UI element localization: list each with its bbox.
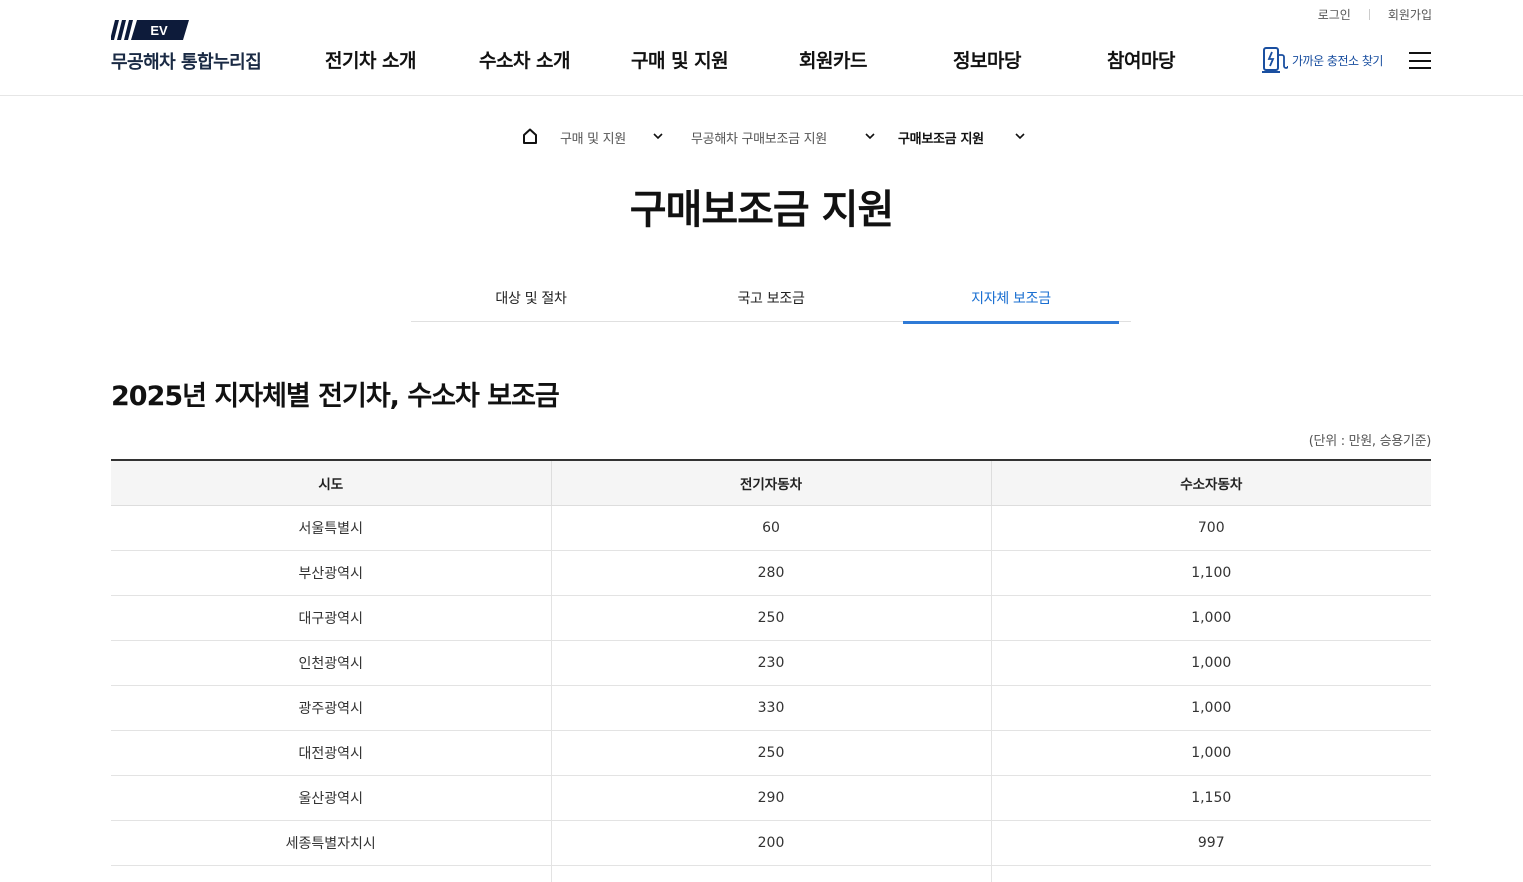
cell-region: 서울특별시	[111, 505, 552, 551]
tab-target-procedure[interactable]: 대상 및 절차	[423, 280, 639, 322]
home-icon[interactable]	[521, 127, 539, 145]
tab-national-subsidy[interactable]: 국고 보조금	[663, 280, 879, 322]
cell-hydrogen: 1,000	[991, 730, 1431, 776]
charging-station-icon	[1262, 47, 1288, 73]
nav-hydrogen-intro[interactable]: 수소차 소개	[479, 46, 571, 73]
table-row: 대구광역시 250 1,000	[111, 595, 1431, 641]
logo-mark-text: EV	[150, 23, 168, 38]
cell-ev: 230	[551, 640, 992, 686]
cell-hydrogen: 1,000	[991, 595, 1431, 641]
breadcrumb: 구매 및 지원 무공해차 구매보조금 지원 구매보조금 지원	[0, 126, 1523, 148]
divider	[1368, 9, 1370, 20]
cell-hydrogen: 1,000	[991, 685, 1431, 731]
section-title: 2025년 지자체별 전기차, 수소차 보조금	[111, 381, 560, 412]
column-header-hydrogen: 수소자동차	[991, 460, 1431, 506]
cell-region: 대구광역시	[111, 595, 552, 641]
cell-region: 울산광역시	[111, 775, 552, 821]
cell-ev: 290	[551, 775, 992, 821]
breadcrumb-item-subsidy[interactable]: 무공해차 구매보조금 지원	[691, 128, 827, 147]
subsidy-table: 시도 전기자동차 수소자동차 서울특별시 60 700 부산광역시 280 1,…	[111, 459, 1431, 882]
cell-ev: 280	[551, 550, 992, 596]
table-row: 광주광역시 330 1,000	[111, 685, 1431, 731]
unit-note: (단위 : 만원, 승용기준)	[1308, 434, 1432, 449]
nav-ev-intro[interactable]: 전기차 소개	[325, 46, 417, 73]
find-charger-label: 가까운 충전소 찾기	[1292, 53, 1383, 68]
chevron-down-icon[interactable]	[651, 129, 665, 143]
table-row	[111, 865, 1431, 882]
cell-ev: 60	[551, 505, 992, 551]
cell-region: 광주광역시	[111, 685, 552, 731]
cell-hydrogen: 1,100	[991, 550, 1431, 596]
chevron-down-icon[interactable]	[1013, 129, 1027, 143]
breadcrumb-item-purchase[interactable]: 구매 및 지원	[560, 128, 626, 147]
cell-hydrogen: 700	[991, 505, 1431, 551]
breadcrumb-item-current[interactable]: 구매보조금 지원	[898, 128, 984, 147]
table-row: 세종특별자치시 200 997	[111, 820, 1431, 866]
table-header-row: 시도 전기자동차 수소자동차	[111, 460, 1431, 506]
nav-purchase-support[interactable]: 구매 및 지원	[631, 46, 729, 73]
menu-icon[interactable]	[1409, 52, 1431, 69]
nav-member-card[interactable]: 회원카드	[799, 46, 867, 73]
signup-link[interactable]: 회원가입	[1388, 6, 1432, 23]
login-link[interactable]: 로그인	[1318, 6, 1351, 23]
column-header-ev: 전기자동차	[551, 460, 992, 506]
nav-participation[interactable]: 참여마당	[1107, 46, 1175, 73]
cell-hydrogen: 1,150	[991, 775, 1431, 821]
table-row: 서울특별시 60 700	[111, 505, 1431, 551]
utility-links: 로그인 회원가입	[1318, 6, 1432, 23]
table-row: 울산광역시 290 1,150	[111, 775, 1431, 821]
cell-region	[111, 865, 552, 882]
cell-ev: 250	[551, 730, 992, 776]
find-charger-button[interactable]: 가까운 충전소 찾기	[1262, 46, 1383, 74]
cell-region: 부산광역시	[111, 550, 552, 596]
tab-local-subsidy[interactable]: 지자체 보조금	[903, 280, 1119, 324]
table-row: 부산광역시 280 1,100	[111, 550, 1431, 596]
cell-ev	[551, 865, 992, 882]
cell-hydrogen	[991, 865, 1431, 882]
tab-bar: 대상 및 절차 국고 보조금 지자체 보조금	[411, 280, 1131, 324]
nav-info[interactable]: 정보마당	[953, 46, 1021, 73]
cell-ev: 250	[551, 595, 992, 641]
table-row: 인천광역시 230 1,000	[111, 640, 1431, 686]
chevron-down-icon[interactable]	[863, 129, 877, 143]
page-title: 구매보조금 지원	[629, 187, 895, 233]
table-row: 대전광역시 250 1,000	[111, 730, 1431, 776]
site-header: 로그인 회원가입 EV 무공해차 통합누리집 전기차 소개 수소차 소개 구매 …	[0, 0, 1523, 96]
cell-region: 대전광역시	[111, 730, 552, 776]
cell-hydrogen: 997	[991, 820, 1431, 866]
cell-ev: 330	[551, 685, 992, 731]
column-header-region: 시도	[111, 460, 552, 506]
cell-region: 인천광역시	[111, 640, 552, 686]
ev-logo-icon: EV	[111, 20, 189, 40]
cell-region: 세종특별자치시	[111, 820, 552, 866]
cell-hydrogen: 1,000	[991, 640, 1431, 686]
cell-ev: 200	[551, 820, 992, 866]
